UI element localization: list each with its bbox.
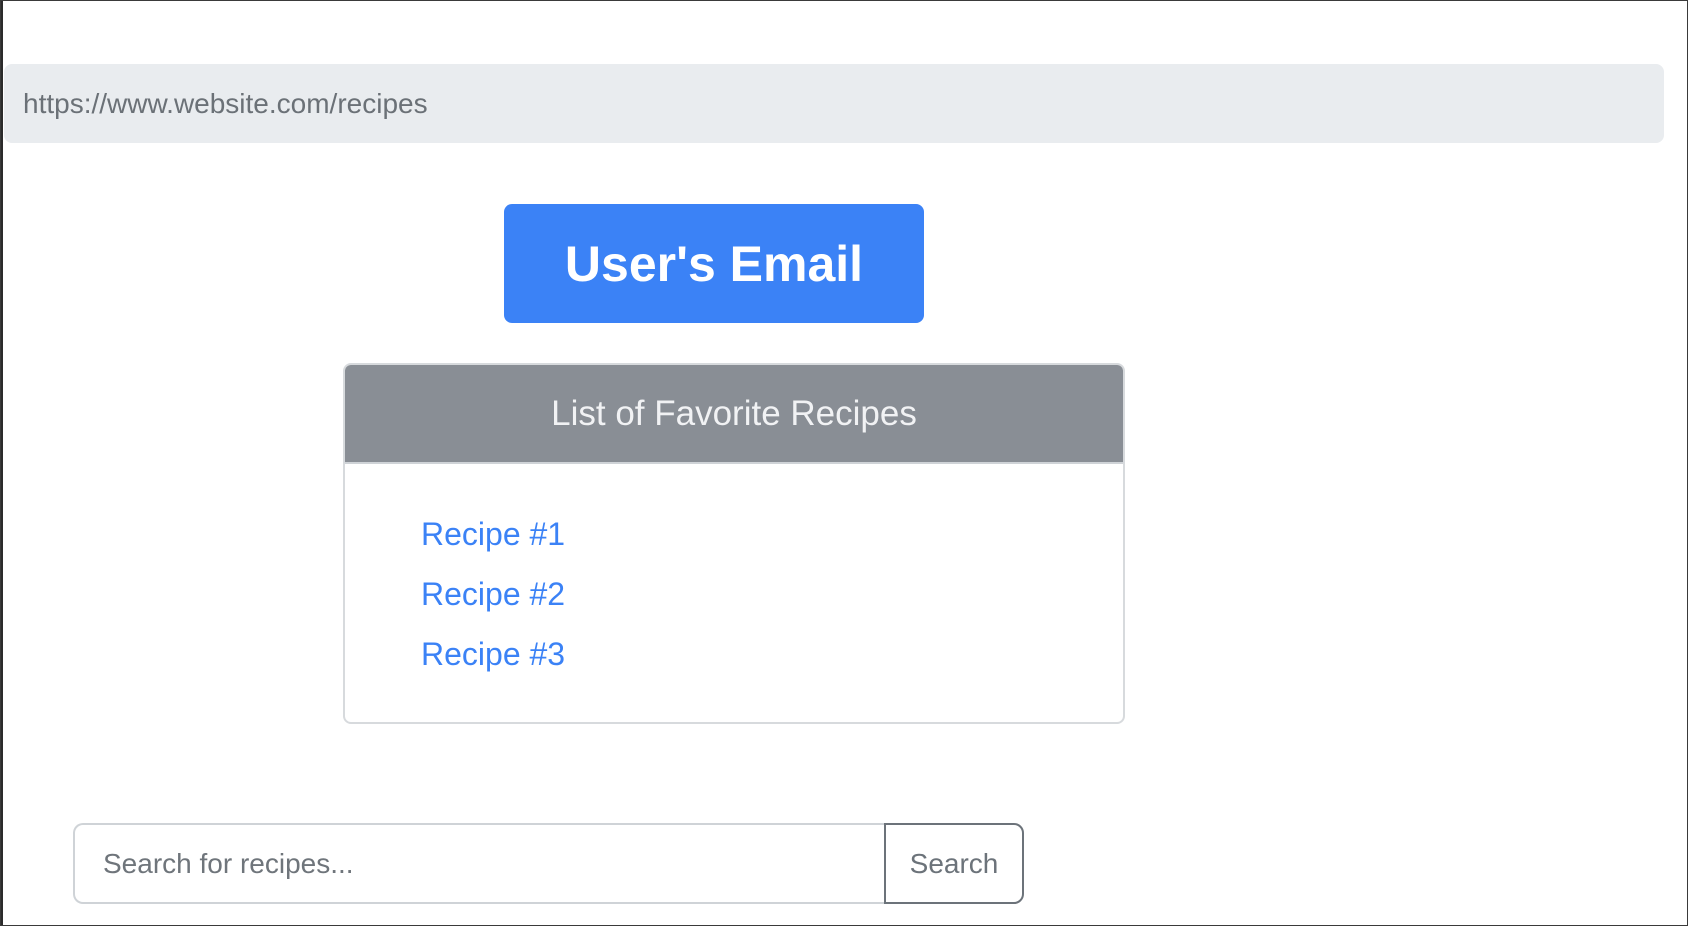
favorite-recipes-list: Recipe #1 Recipe #2 Recipe #3 (345, 464, 1123, 684)
address-bar-url: https://www.website.com/recipes (23, 87, 428, 119)
search-input[interactable] (73, 823, 884, 904)
search-button[interactable]: Search (884, 823, 1024, 904)
recipe-link-2[interactable]: Recipe #2 (421, 576, 565, 613)
user-email-button[interactable]: User's Email (504, 204, 924, 323)
favorite-recipes-card: List of Favorite Recipes Recipe #1 Recip… (343, 363, 1125, 724)
list-item: Recipe #1 (421, 504, 1123, 564)
browser-window: https://www.website.com/recipes User's E… (0, 0, 1688, 926)
recipe-link-3[interactable]: Recipe #3 (421, 636, 565, 673)
recipe-search-form: Search (73, 823, 1024, 904)
address-bar[interactable]: https://www.website.com/recipes (4, 64, 1664, 143)
recipe-link-1[interactable]: Recipe #1 (421, 516, 565, 553)
favorite-recipes-header: List of Favorite Recipes (345, 365, 1123, 464)
list-item: Recipe #3 (421, 624, 1123, 684)
list-item: Recipe #2 (421, 564, 1123, 624)
favorite-recipes-title: List of Favorite Recipes (551, 393, 917, 433)
